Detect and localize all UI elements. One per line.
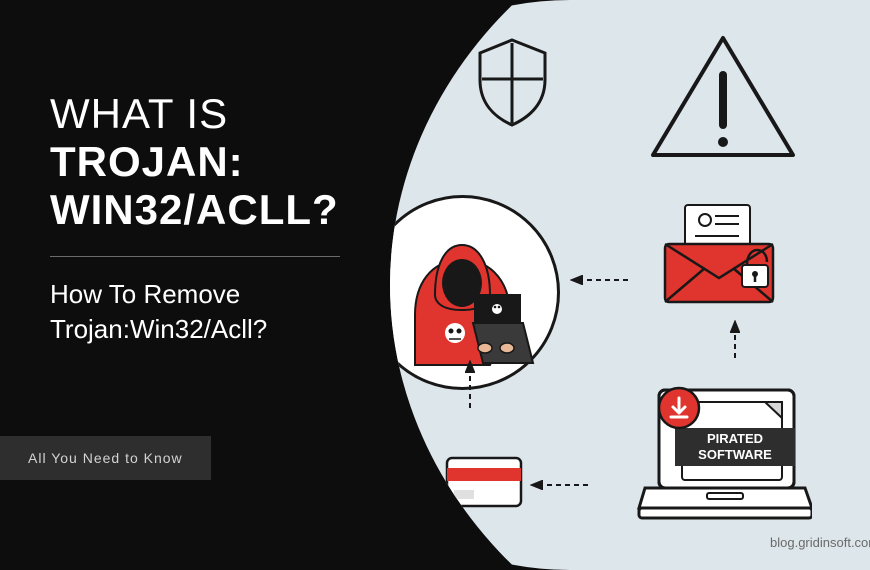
phishing-envelope-icon	[657, 200, 782, 305]
subtitle-line-2: Trojan:Win32/Acll?	[50, 312, 370, 347]
warning-triangle-icon	[648, 30, 798, 165]
shield-icon	[470, 35, 555, 130]
heading-block: WHAT IS TROJAN: WIN32/ACLL? How To Remov…	[50, 90, 370, 347]
arrow-envelope-to-hacker	[570, 275, 630, 285]
divider	[50, 256, 340, 257]
left-panel: WHAT IS TROJAN: WIN32/ACLL? How To Remov…	[0, 0, 370, 570]
featured-image: WHAT IS TROJAN: WIN32/ACLL? How To Remov…	[0, 0, 870, 570]
subtitle: How To Remove Trojan:Win32/Acll?	[50, 277, 370, 347]
pirated-label-1: PIRATED	[707, 431, 763, 446]
arrow-laptop-to-card	[530, 480, 590, 490]
heading-line-1: WHAT IS	[50, 90, 370, 138]
pirated-software-laptop-icon: PIRATED SOFTWARE	[637, 380, 812, 525]
watermark: blog.gridinsoft.com	[770, 535, 870, 550]
arrow-laptop-to-envelope	[730, 320, 740, 360]
arrow-card-to-hacker	[465, 360, 475, 410]
tag-box: All You Need to Know	[0, 436, 211, 480]
hacker-icon	[385, 215, 540, 370]
subtitle-line-1: How To Remove	[50, 277, 370, 312]
hacker-circle	[365, 195, 560, 390]
pirated-label-2: SOFTWARE	[698, 447, 772, 462]
heading-line-3: WIN32/ACLL?	[50, 186, 370, 234]
heading-line-2: TROJAN:	[50, 138, 370, 186]
credit-card-icon	[445, 456, 523, 508]
